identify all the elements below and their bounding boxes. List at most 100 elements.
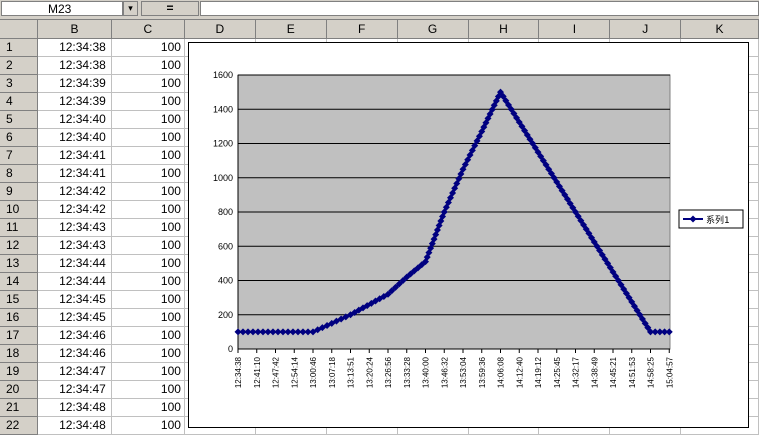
- y-tick-label: 1000: [213, 173, 233, 183]
- select-all-corner[interactable]: [0, 20, 39, 39]
- row-header[interactable]: 1: [0, 38, 39, 57]
- formula-equals-button[interactable]: =: [141, 1, 199, 16]
- row-header[interactable]: 2: [0, 56, 39, 75]
- column-header[interactable]: D: [184, 20, 256, 39]
- x-tick-label: 15:04:57: [665, 356, 674, 388]
- cell-value[interactable]: 100: [111, 182, 185, 201]
- cell-time[interactable]: 12:34:40: [37, 128, 112, 147]
- cell-value[interactable]: 100: [111, 110, 185, 129]
- cell-time[interactable]: 12:34:41: [37, 146, 112, 165]
- cell-time[interactable]: 12:34:43: [37, 236, 112, 255]
- cell-value[interactable]: 100: [111, 308, 185, 327]
- row-header[interactable]: 12: [0, 236, 39, 255]
- x-tick-label: 12:47:42: [272, 356, 281, 388]
- cell-value[interactable]: 100: [111, 236, 185, 255]
- row-header[interactable]: 5: [0, 110, 39, 129]
- cell-value[interactable]: 100: [111, 146, 185, 165]
- x-tick-label: 13:33:28: [403, 356, 412, 388]
- column-header[interactable]: C: [111, 20, 185, 39]
- row-header[interactable]: 17: [0, 326, 39, 345]
- row-header[interactable]: 20: [0, 380, 39, 399]
- cell-value[interactable]: 100: [111, 164, 185, 183]
- cell-time[interactable]: 12:34:48: [37, 398, 112, 417]
- y-tick-label: 1400: [213, 104, 233, 114]
- cell-value[interactable]: 100: [111, 416, 185, 435]
- column-header[interactable]: G: [397, 20, 469, 39]
- cell-time[interactable]: 12:34:46: [37, 344, 112, 363]
- row-header[interactable]: 8: [0, 164, 39, 183]
- column-header[interactable]: B: [37, 20, 112, 39]
- cell-time[interactable]: 12:34:38: [37, 56, 112, 75]
- column-header[interactable]: I: [538, 20, 611, 39]
- x-tick-label: 13:40:00: [422, 356, 431, 388]
- x-tick-label: 12:41:10: [253, 356, 262, 388]
- formula-input[interactable]: [200, 1, 759, 16]
- cell-time[interactable]: 12:34:47: [37, 380, 112, 399]
- cell-time[interactable]: 12:34:39: [37, 92, 112, 111]
- row-header[interactable]: 10: [0, 200, 39, 219]
- cell-value[interactable]: 100: [111, 128, 185, 147]
- cell-value[interactable]: 100: [111, 38, 185, 57]
- x-tick-label: 13:20:24: [365, 356, 374, 388]
- row-header[interactable]: 15: [0, 290, 39, 309]
- cell-time[interactable]: 12:34:41: [37, 164, 112, 183]
- cell-time[interactable]: 12:34:47: [37, 362, 112, 381]
- cell-value[interactable]: 100: [111, 74, 185, 93]
- cell-value[interactable]: 100: [111, 344, 185, 363]
- row-header[interactable]: 22: [0, 416, 39, 435]
- x-tick-label: 14:12:40: [515, 356, 524, 388]
- x-tick-label: 14:38:49: [590, 356, 599, 388]
- x-tick-label: 13:53:04: [459, 356, 468, 388]
- cell-time[interactable]: 12:34:44: [37, 254, 112, 273]
- row-header[interactable]: 19: [0, 362, 39, 381]
- cell-value[interactable]: 100: [111, 362, 185, 381]
- cell-time[interactable]: 12:34:38: [37, 38, 112, 57]
- cell-value[interactable]: 100: [111, 92, 185, 111]
- row-header[interactable]: 13: [0, 254, 39, 273]
- cell-value[interactable]: 100: [111, 290, 185, 309]
- cell-time[interactable]: 12:34:42: [37, 182, 112, 201]
- cell-value[interactable]: 100: [111, 398, 185, 417]
- x-tick-label: 13:07:18: [328, 356, 337, 388]
- column-header[interactable]: J: [609, 20, 682, 39]
- cell-value[interactable]: 100: [111, 254, 185, 273]
- row-header[interactable]: 21: [0, 398, 39, 417]
- cell-time[interactable]: 12:34:48: [37, 416, 112, 435]
- y-tick-label: 800: [218, 207, 233, 217]
- cell-value[interactable]: 100: [111, 218, 185, 237]
- row-header[interactable]: 14: [0, 272, 39, 291]
- line-chart[interactable]: 0 200 400 600 800 1000 1200 1400 1600 12:34:38 12:…: [188, 42, 749, 428]
- cell-time[interactable]: 12:34:45: [37, 308, 112, 327]
- row-header[interactable]: 18: [0, 344, 39, 363]
- cell-value[interactable]: 100: [111, 272, 185, 291]
- x-tick-label: 14:45:21: [609, 356, 618, 388]
- cell-value[interactable]: 100: [111, 200, 185, 219]
- cell-time[interactable]: 12:34:40: [37, 110, 112, 129]
- column-header[interactable]: H: [468, 20, 540, 39]
- row-header[interactable]: 9: [0, 182, 39, 201]
- column-header[interactable]: K: [680, 20, 759, 39]
- cell-time[interactable]: 12:34:45: [37, 290, 112, 309]
- row-header[interactable]: 7: [0, 146, 39, 165]
- column-header[interactable]: E: [255, 20, 327, 39]
- row-header[interactable]: 16: [0, 308, 39, 327]
- name-box[interactable]: M23: [1, 1, 123, 16]
- cell-time[interactable]: 12:34:44: [37, 272, 112, 291]
- cell-time[interactable]: 12:34:39: [37, 74, 112, 93]
- column-header[interactable]: F: [326, 20, 398, 39]
- row-header[interactable]: 6: [0, 128, 39, 147]
- cell-time[interactable]: 12:34:42: [37, 200, 112, 219]
- cell-time[interactable]: 12:34:46: [37, 326, 112, 345]
- cell-value[interactable]: 100: [111, 326, 185, 345]
- cell-value[interactable]: 100: [111, 56, 185, 75]
- chevron-down-icon[interactable]: ▾: [123, 1, 138, 16]
- column-header-row: B C D E F G H I J K: [0, 20, 759, 39]
- x-tick-label: 14:25:45: [553, 356, 562, 388]
- x-tick-label: 14:06:08: [497, 356, 506, 388]
- row-header[interactable]: 4: [0, 92, 39, 111]
- cell-time[interactable]: 12:34:43: [37, 218, 112, 237]
- row-header[interactable]: 11: [0, 218, 39, 237]
- row-header[interactable]: 3: [0, 74, 39, 93]
- cell-value[interactable]: 100: [111, 380, 185, 399]
- x-tick-label: 13:13:51: [347, 356, 356, 388]
